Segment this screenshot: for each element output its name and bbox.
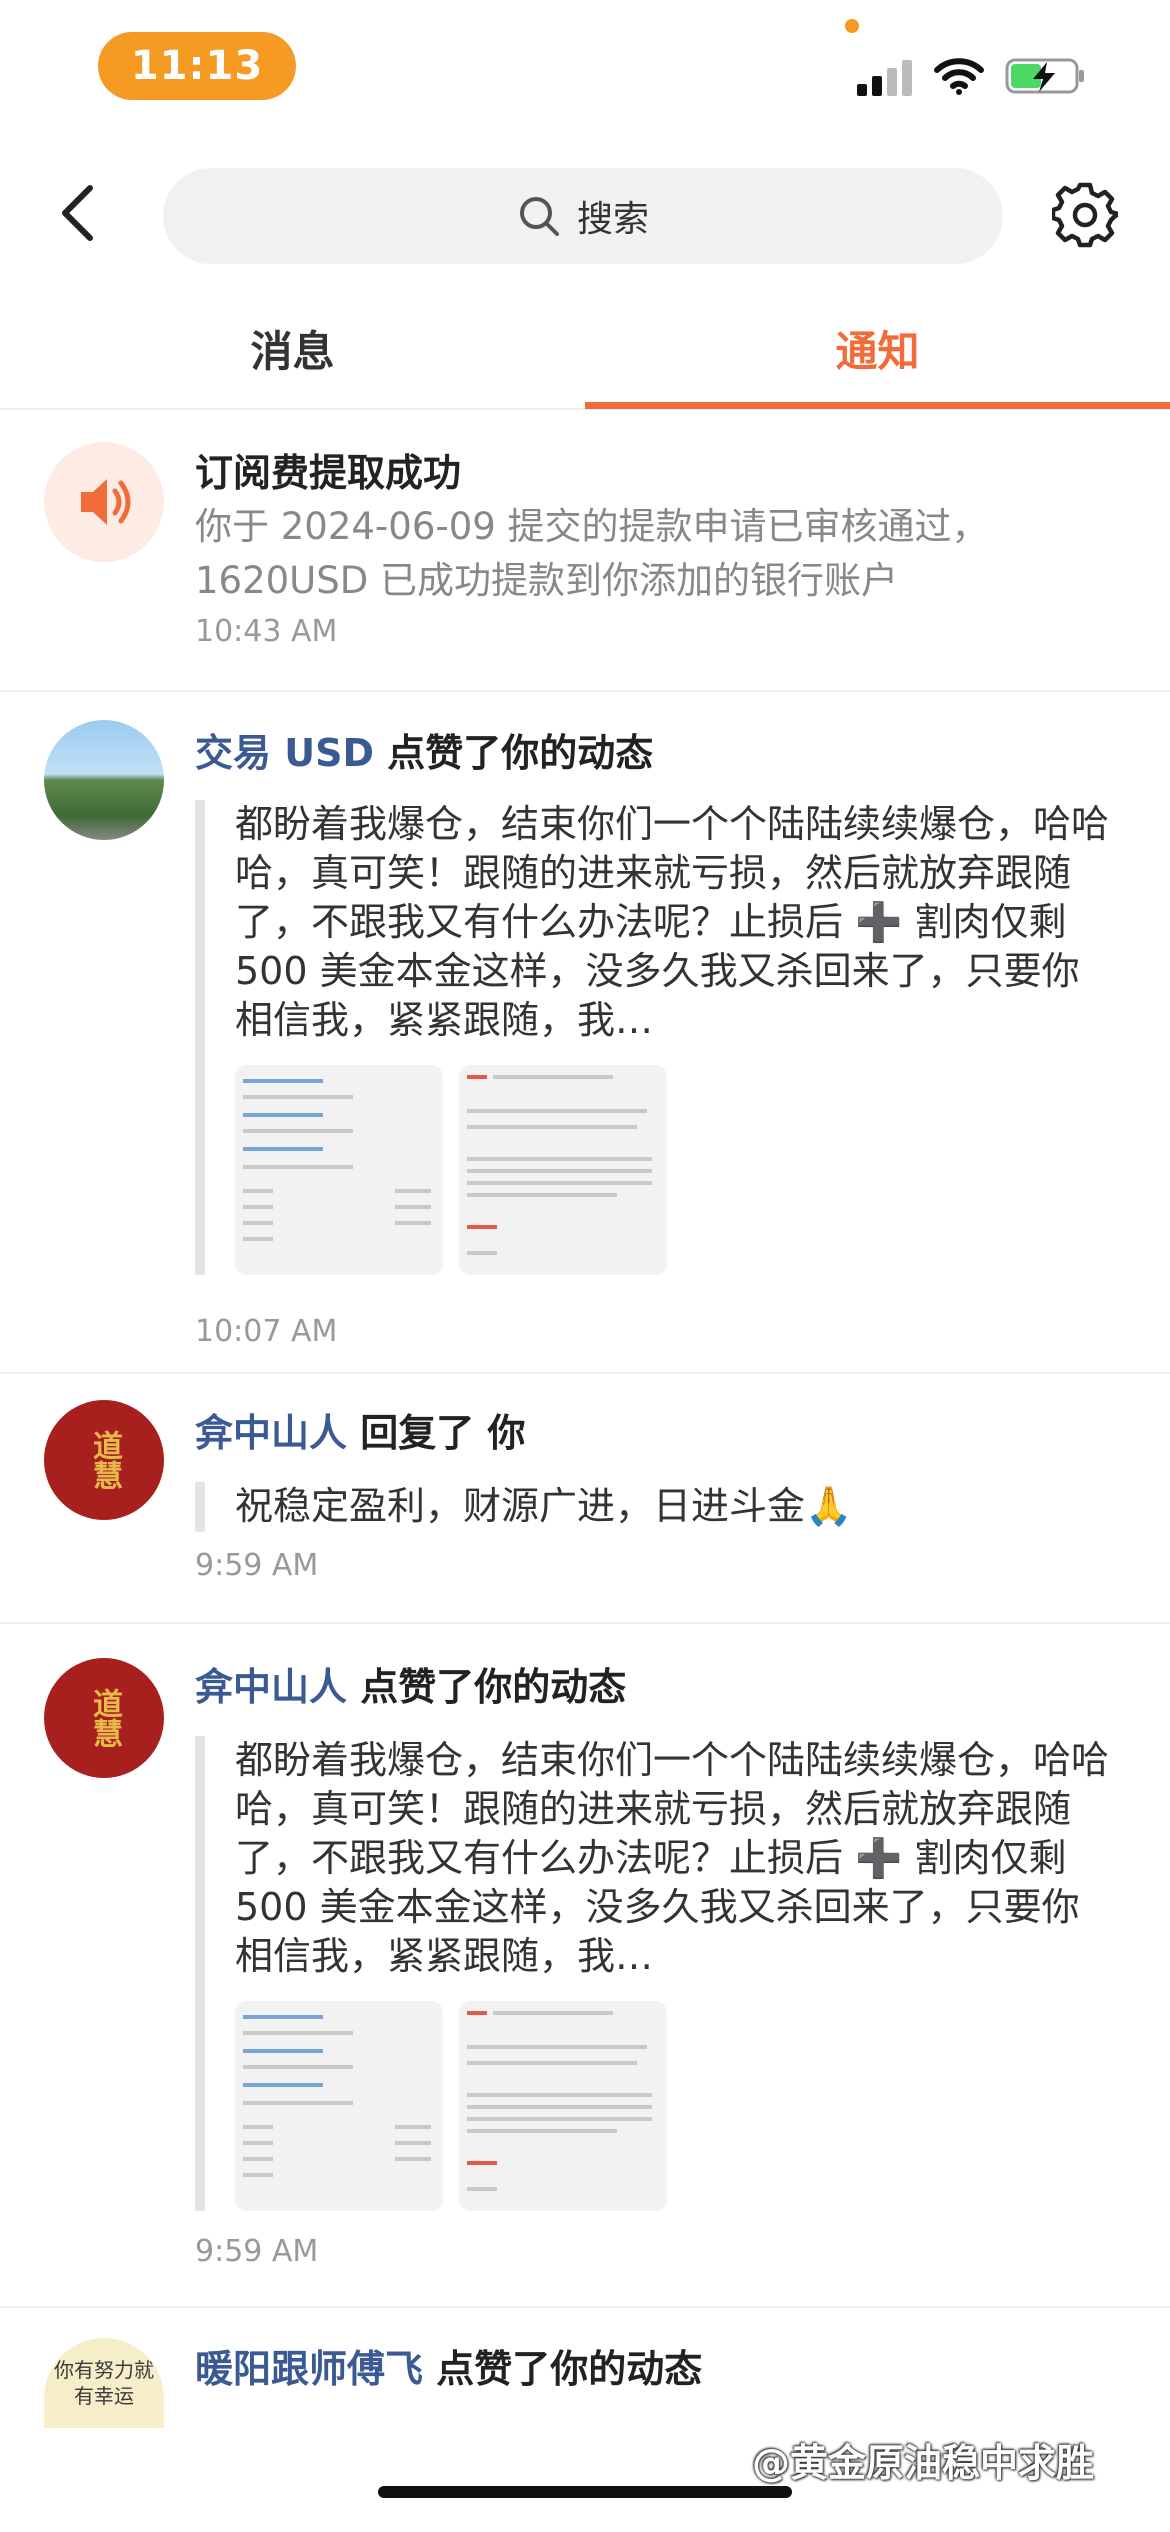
status-time: 11:13	[98, 32, 296, 100]
search-placeholder: 搜索	[576, 199, 649, 240]
username-link[interactable]: 弇中山人	[195, 1665, 347, 1709]
action-text: 点赞了你的动态	[423, 2347, 703, 2391]
username-link[interactable]: 交易 USD	[195, 731, 374, 775]
status-bar: 11:13	[0, 0, 1170, 130]
notification-time: 10:07 AM	[195, 1314, 338, 1349]
avatar-seal-text: 道慧	[87, 1430, 122, 1490]
notification-title: 弇中山人 点赞了你的动态	[195, 1656, 626, 1711]
avatar-seal-text: 道慧	[87, 1688, 122, 1748]
notification-title: 交易 USD 点赞了你的动态	[195, 722, 653, 777]
quoted-reply-text: 祝稳定盈利，财源广进，日进斗金🙏	[235, 1484, 853, 1528]
search-icon	[519, 197, 559, 236]
notification-time: 9:59 AM	[195, 1548, 319, 1583]
avatar[interactable]: 道慧	[44, 1400, 164, 1520]
header: 搜索	[0, 160, 1170, 270]
gear-icon[interactable]	[1052, 182, 1118, 248]
action-text: 回复了 你	[347, 1411, 526, 1455]
wifi-icon	[934, 58, 984, 95]
avatar[interactable]: 你有努力就有幸运	[44, 2338, 164, 2428]
avatar-motto-text: 你有努力就有幸运	[54, 2358, 154, 2408]
notification-item[interactable]: 交易 USD 点赞了你的动态 都盼着我爆仓，结束你们一个个陆陆续续爆仓，哈哈哈，…	[0, 692, 1170, 1374]
quoted-reply[interactable]: 祝稳定盈利，财源广进，日进斗金🙏	[195, 1482, 1125, 1532]
tab-bar: 消息 通知	[0, 300, 1170, 410]
quoted-post-text: 都盼着我爆仓，结束你们一个个陆陆续续爆仓，哈哈哈，真可笑！跟随的进来就亏损，然后…	[235, 802, 1110, 1042]
tab-notifications[interactable]: 通知	[585, 300, 1170, 410]
post-image-thumbnail[interactable]	[235, 2001, 443, 2211]
notification-item[interactable]: 订阅费提取成功 你于 2024-06-09 提交的提款申请已审核通过，1620U…	[0, 412, 1170, 692]
action-text: 点赞了你的动态	[374, 731, 654, 775]
post-image-thumbnail[interactable]	[459, 1065, 667, 1275]
notification-body: 你于 2024-06-09 提交的提款申请已审核通过，1620USD 已成功提款…	[195, 505, 989, 602]
back-arrow-icon[interactable]	[50, 178, 110, 248]
active-tab-indicator	[585, 402, 1170, 409]
cellular-signal-icon	[857, 60, 912, 96]
search-input[interactable]: 搜索	[163, 168, 1003, 264]
notification-title: 弇中山人 回复了 你	[195, 1402, 525, 1457]
tab-messages[interactable]: 消息	[0, 300, 585, 410]
notification-title: 暖阳跟师傅飞 点赞了你的动态	[195, 2338, 702, 2393]
avatar[interactable]: 道慧	[44, 1658, 164, 1778]
username-link[interactable]: 暖阳跟师傅飞	[195, 2347, 423, 2391]
speaker-avatar	[44, 442, 164, 562]
avatar[interactable]	[44, 720, 164, 840]
notification-title: 订阅费提取成功	[195, 451, 462, 495]
action-text: 点赞了你的动态	[347, 1665, 627, 1709]
username-link[interactable]: 弇中山人	[195, 1411, 347, 1455]
speaker-icon	[81, 479, 131, 525]
home-indicator[interactable]	[378, 2486, 792, 2498]
quoted-post[interactable]: 都盼着我爆仓，结束你们一个个陆陆续续爆仓，哈哈哈，真可笑！跟随的进来就亏损，然后…	[195, 1736, 1125, 2211]
watermark: @黄金原油稳中求胜	[752, 2441, 1095, 2485]
post-image-thumbnail[interactable]	[235, 1065, 443, 1275]
battery-charging-icon	[1005, 58, 1084, 94]
post-image-thumbnail[interactable]	[459, 2001, 667, 2211]
quoted-post-text: 都盼着我爆仓，结束你们一个个陆陆续续爆仓，哈哈哈，真可笑！跟随的进来就亏损，然后…	[235, 1738, 1110, 1978]
privacy-indicator-icon	[845, 19, 859, 33]
notification-time: 10:43 AM	[195, 614, 338, 649]
notification-item[interactable]: 你有努力就有幸运 暖阳跟师傅飞 点赞了你的动态	[0, 2308, 1170, 2532]
notification-item[interactable]: 道慧 弇中山人 回复了 你 祝稳定盈利，财源广进，日进斗金🙏 9:59 AM	[0, 1374, 1170, 1624]
notification-time: 9:59 AM	[195, 2234, 319, 2269]
quoted-post[interactable]: 都盼着我爆仓，结束你们一个个陆陆续续爆仓，哈哈哈，真可笑！跟随的进来就亏损，然后…	[195, 800, 1125, 1275]
notification-item[interactable]: 道慧 弇中山人 点赞了你的动态 都盼着我爆仓，结束你们一个个陆陆续续爆仓，哈哈哈…	[0, 1624, 1170, 2308]
